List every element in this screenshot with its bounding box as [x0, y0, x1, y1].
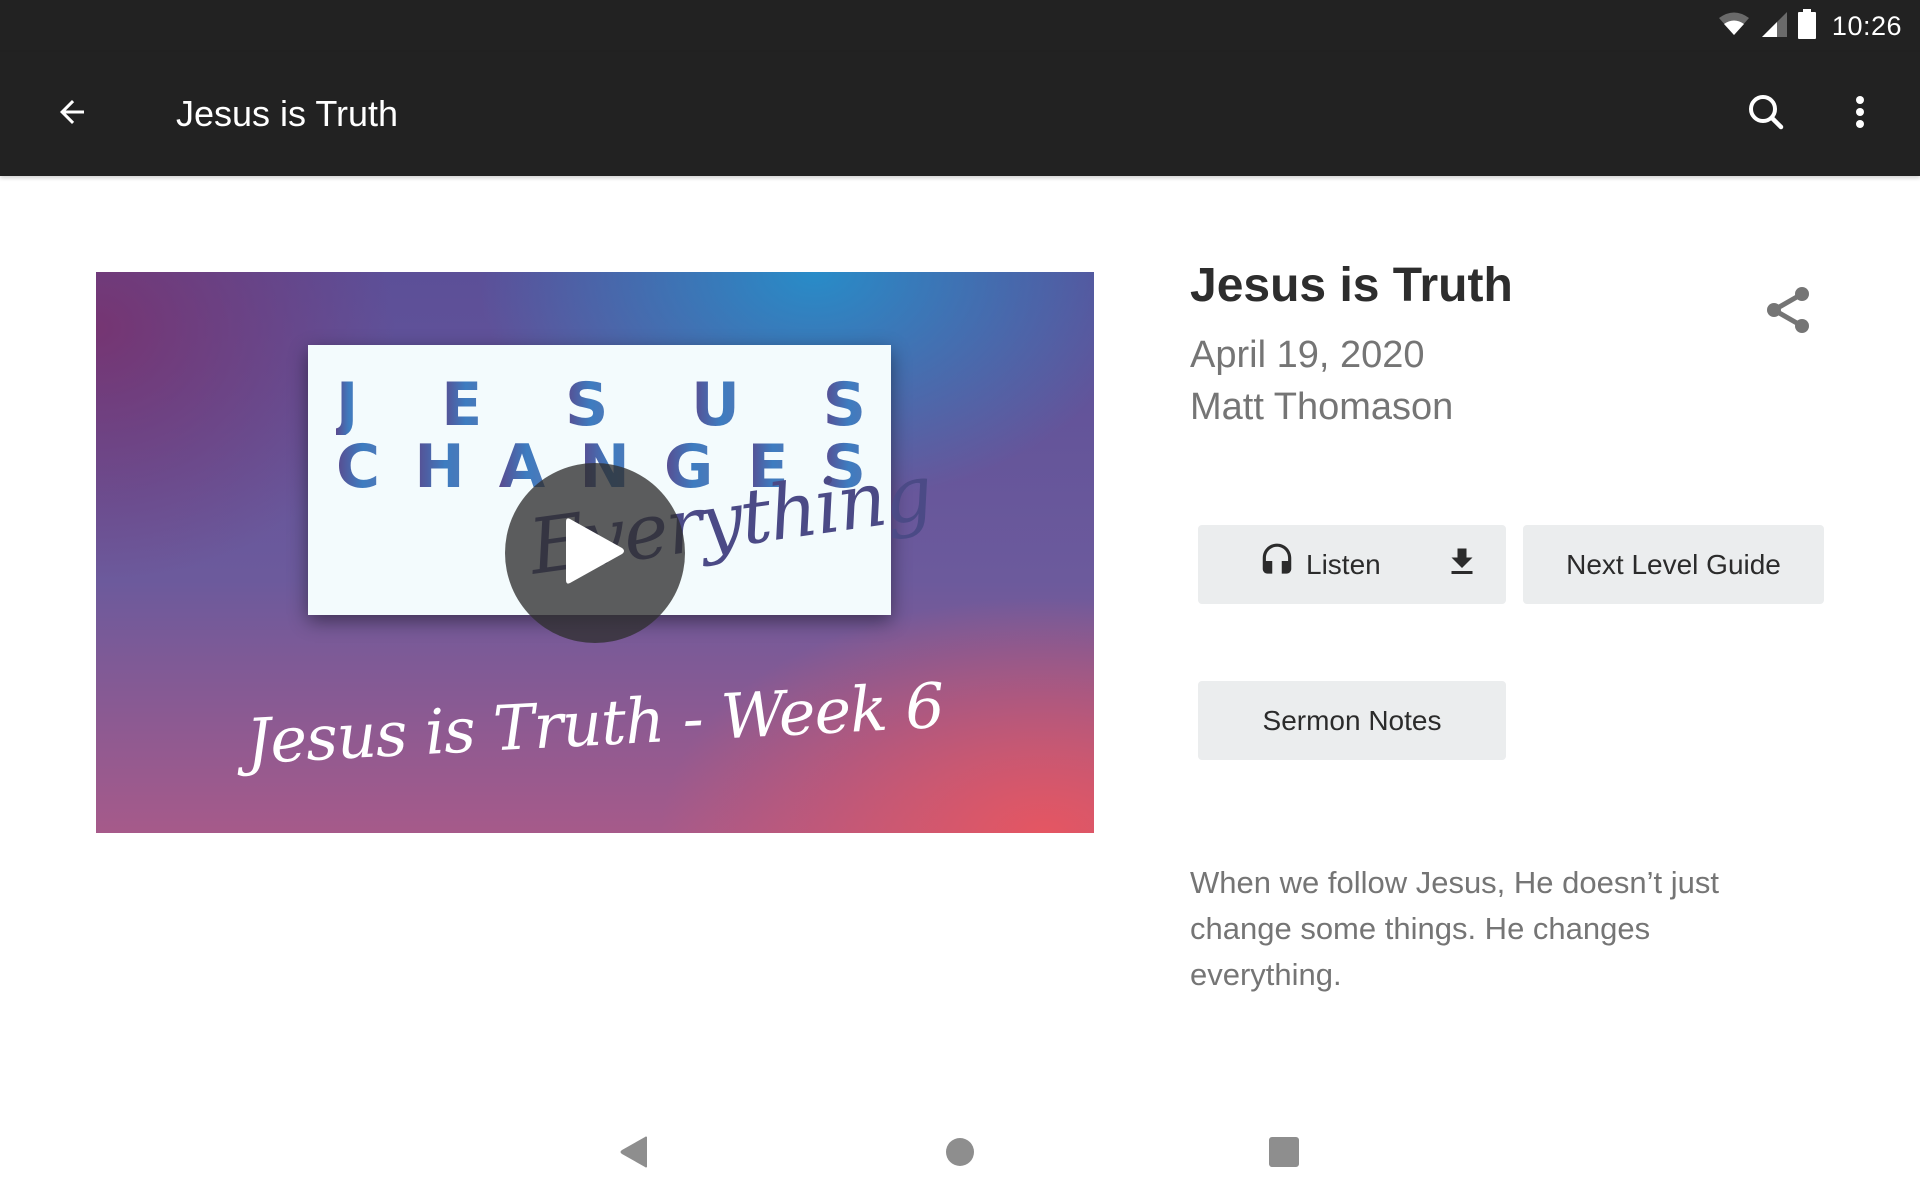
sermon-speaker: Matt Thomason	[1190, 386, 1454, 428]
search-button[interactable]	[1740, 88, 1792, 140]
nav-back-icon	[619, 1135, 649, 1174]
thumbnail-caption: Jesus is Truth - Week 6	[244, 668, 946, 779]
sermon-title: Jesus is Truth	[1190, 259, 1513, 312]
arrow-left-icon	[54, 94, 90, 135]
listen-label: Listen	[1306, 548, 1381, 580]
play-button[interactable]	[505, 463, 685, 643]
nav-recents-button[interactable]	[1262, 1132, 1306, 1176]
sermon-description: When we follow Jesus, He doesn’t just ch…	[1190, 865, 1719, 992]
sermon-date: April 19, 2020	[1190, 334, 1425, 376]
thumbnail-letter: U	[691, 370, 740, 440]
thumbnail-letter: H	[414, 432, 465, 502]
listen-action[interactable]: Listen	[1258, 525, 1381, 604]
cell-signal-icon	[1760, 10, 1788, 43]
headphones-icon	[1258, 542, 1296, 587]
download-icon	[1444, 544, 1480, 587]
system-nav-bar	[0, 1108, 1920, 1200]
thumbnail-letter: E	[441, 370, 483, 440]
nav-home-button[interactable]	[938, 1132, 982, 1176]
battery-icon	[1797, 8, 1816, 44]
nav-recents-icon	[1269, 1136, 1299, 1172]
next-level-guide-button[interactable]: Next Level Guide	[1523, 525, 1824, 604]
share-button[interactable]	[1756, 280, 1820, 344]
download-button[interactable]	[1442, 545, 1482, 585]
sermon-notes-button[interactable]: Sermon Notes	[1198, 681, 1506, 760]
app-toolbar: Jesus is Truth	[0, 52, 1920, 176]
thumbnail-letter: C	[336, 432, 381, 502]
wifi-icon	[1718, 11, 1750, 42]
nav-back-button[interactable]	[612, 1132, 656, 1176]
listen-button[interactable]: Listen	[1198, 525, 1506, 604]
status-icons: 10:26	[1718, 8, 1902, 44]
thumbnail-line-jesus: J E S U S	[336, 375, 866, 435]
status-bar: 10:26	[0, 0, 1920, 52]
share-icon	[1762, 284, 1814, 341]
status-time: 10:26	[1831, 10, 1902, 41]
play-icon	[560, 513, 630, 594]
more-vert-icon	[1854, 94, 1866, 135]
thumbnail-letter: S	[822, 370, 866, 440]
video-thumbnail[interactable]: J E S U S C H A N G E S Everything Jesus…	[96, 272, 1094, 833]
toolbar-title: Jesus is Truth	[176, 93, 399, 134]
thumbnail-letter: S	[565, 370, 609, 440]
more-options-button[interactable]	[1834, 88, 1886, 140]
back-button[interactable]	[48, 90, 96, 138]
search-icon	[1746, 92, 1786, 137]
nav-home-icon	[944, 1136, 976, 1173]
thumbnail-letter: J	[336, 370, 359, 440]
